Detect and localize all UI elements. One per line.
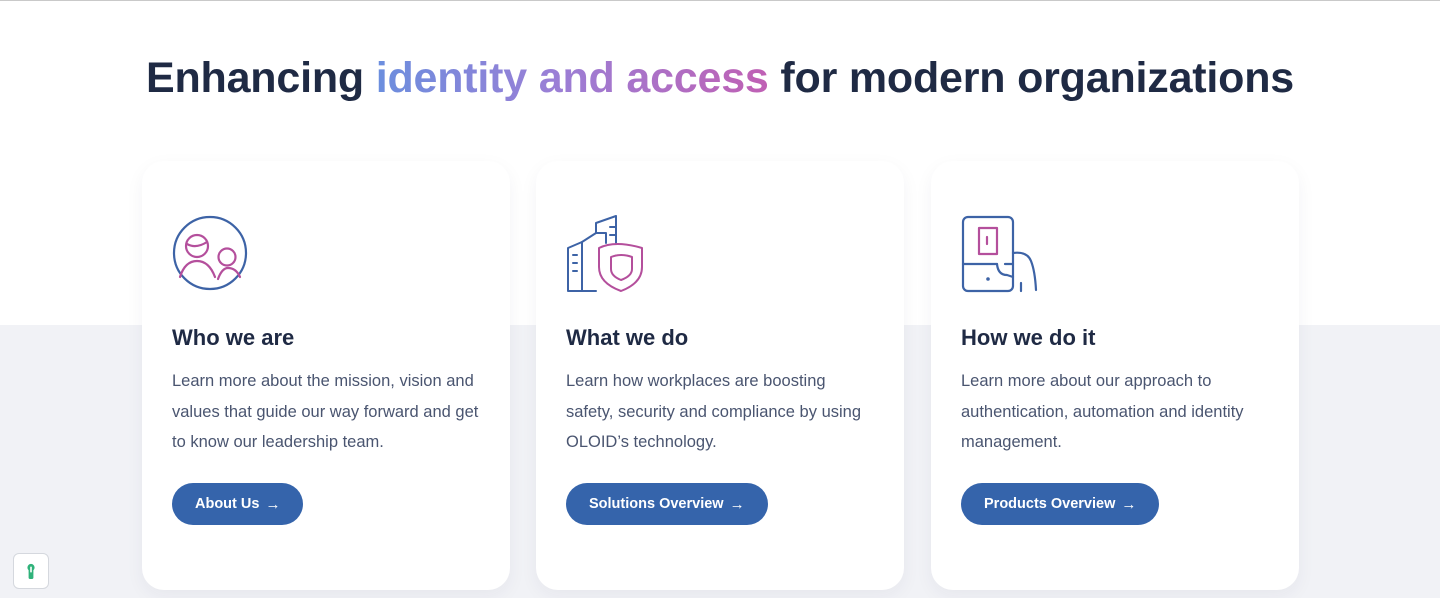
accessibility-widget-button[interactable] bbox=[13, 553, 49, 589]
arrow-right-icon: → bbox=[1121, 495, 1137, 513]
button-label: About Us bbox=[195, 496, 260, 512]
about-us-button[interactable]: About Us → bbox=[172, 483, 304, 525]
arrow-right-icon: → bbox=[729, 495, 745, 513]
headline-highlight: identity and access bbox=[375, 54, 769, 102]
headline-part-2: for modern organizations bbox=[768, 54, 1295, 102]
card-what-we-do: What we do Learn how workplaces are boos… bbox=[536, 161, 904, 590]
card-title: How we do it bbox=[961, 325, 1096, 350]
card-how-we-do-it: How we do it Learn more about our approa… bbox=[931, 161, 1299, 590]
card-description: Learn more about the mission, vision and… bbox=[172, 372, 479, 451]
products-overview-button[interactable]: Products Overview → bbox=[961, 483, 1160, 525]
card-title: What we do bbox=[566, 325, 689, 350]
page-headline: Enhancing identity and access for modern… bbox=[0, 52, 1440, 104]
card-description: Learn more about our approach to authent… bbox=[961, 372, 1244, 451]
solutions-overview-button[interactable]: Solutions Overview → bbox=[566, 483, 768, 525]
card-description: Learn how workplaces are boosting safety… bbox=[566, 372, 862, 451]
top-divider bbox=[0, 0, 1440, 1]
arrow-right-icon: → bbox=[265, 495, 281, 513]
buildings-shield-icon bbox=[567, 215, 643, 292]
button-label: Products Overview bbox=[984, 496, 1116, 512]
card-who-we-are: Who we are Learn more about the mission,… bbox=[142, 161, 510, 590]
phone-hand-door-icon bbox=[961, 215, 1038, 293]
button-label: Solutions Overview bbox=[589, 496, 724, 512]
card-title: Who we are bbox=[172, 325, 295, 350]
headline-part-1: Enhancing bbox=[145, 54, 376, 102]
people-circle-icon bbox=[172, 215, 248, 291]
keyhole-icon bbox=[27, 563, 35, 579]
